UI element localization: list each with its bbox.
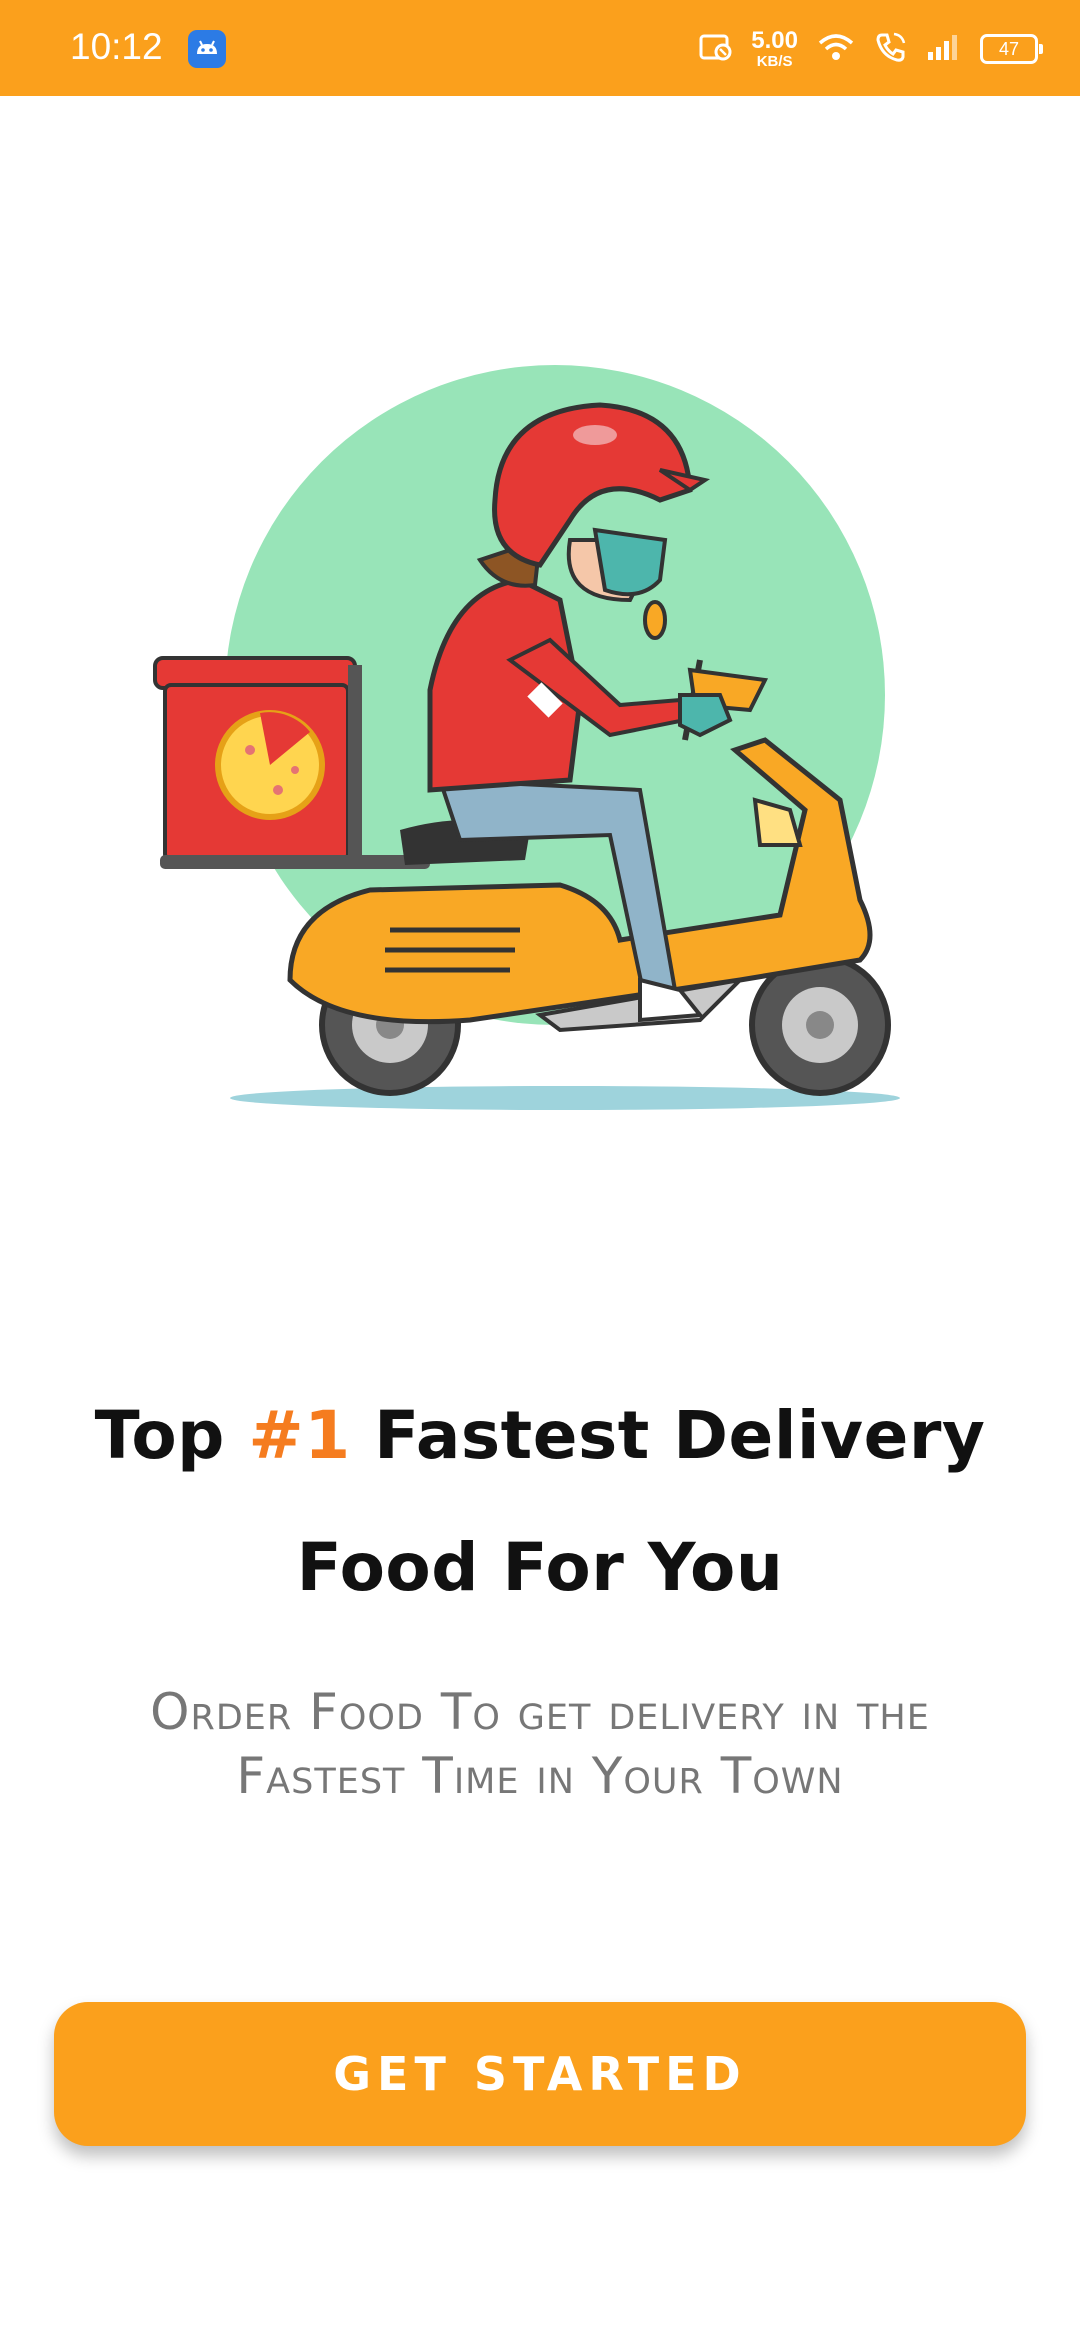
subtitle-line-1: Order Food To get delivery in the	[150, 1683, 930, 1741]
net-speed-unit: KB/S	[756, 53, 793, 70]
subtitle: Order Food To get delivery in the Fastes…	[80, 1680, 1000, 1808]
headline-accent: #1	[248, 1397, 351, 1474]
battery-icon: 47	[980, 34, 1043, 64]
android-app-icon	[188, 30, 226, 68]
screen-record-icon	[699, 32, 733, 66]
volte-call-icon	[874, 30, 908, 68]
headline-prefix: Top	[94, 1397, 249, 1474]
network-speed: 5.00 KB/S	[751, 27, 798, 70]
get-started-label: GET STARTED	[333, 2047, 747, 2101]
wifi-icon	[816, 32, 856, 66]
battery-level: 47	[998, 38, 1020, 59]
delivery-rider-illustration	[140, 340, 930, 1130]
net-speed-value: 5.00	[751, 27, 798, 54]
subtitle-line-2: Fastest Time in Your Town	[236, 1747, 844, 1805]
status-bar: 10:12 5.00 KB/S 47	[0, 0, 1080, 96]
headline-suffix: Fastest Delivery	[350, 1397, 986, 1474]
get-started-button[interactable]: GET STARTED	[54, 2002, 1026, 2146]
signal-icon	[926, 32, 962, 66]
status-icons: 5.00 KB/S 47	[699, 22, 1043, 76]
status-time: 10:12	[70, 26, 163, 67]
headline-line-1: Top #1 Fastest Delivery	[40, 1370, 1040, 1502]
headline: Top #1 Fastest Delivery Food For You	[40, 1370, 1040, 1634]
headline-line-2: Food For You	[296, 1529, 784, 1606]
